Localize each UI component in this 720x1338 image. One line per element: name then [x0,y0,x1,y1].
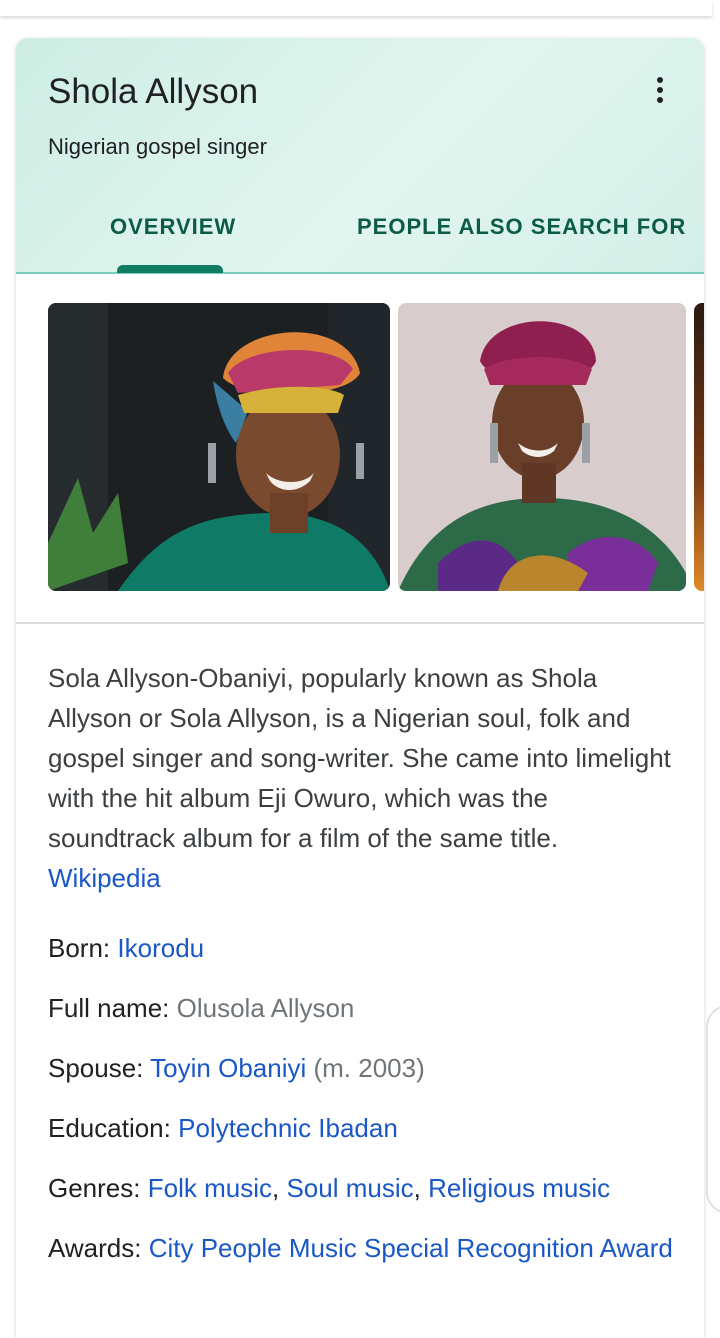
born-link[interactable]: Ikorodu [117,933,204,963]
more-vert-icon[interactable] [644,70,676,110]
fact-education: Education: Polytechnic Ibadan [48,1108,688,1148]
side-edge-handle[interactable] [706,1005,720,1214]
tab-people-also-search-for[interactable]: PEOPLE ALSO SEARCH FOR [357,214,686,240]
full-name-value: Olusola Allyson [176,993,355,1023]
fact-label: Spouse: [48,1053,144,1083]
knowledge-panel: Shola Allyson Nigerian gospel singer OVE… [16,38,704,1338]
genre-link-religious[interactable]: Religious music [428,1173,610,1203]
fact-label: Genres: [48,1173,141,1203]
fact-label: Full name: [48,993,170,1023]
knowledge-panel-header: Shola Allyson Nigerian gospel singer OVE… [16,38,704,274]
genre-separator: , [271,1173,280,1203]
fact-label: Education: [48,1113,171,1143]
fact-awards: Awards: City People Music Special Recogn… [48,1228,688,1268]
fact-born: Born: Ikorodu [48,928,688,968]
description-text: Sola Allyson-Obaniyi, popularly known as… [48,663,671,853]
fact-label: Awards: [48,1233,142,1263]
spouse-note: (m. 2003) [313,1053,425,1083]
panel-title: Shola Allyson [48,72,259,111]
image-carousel[interactable] [16,272,704,624]
awards-link[interactable]: City People Music Special Recognition Aw… [149,1233,673,1263]
fact-full-name: Full name: Olusola Allyson [48,988,688,1028]
wikipedia-link[interactable]: Wikipedia [48,863,161,893]
genre-link-soul[interactable]: Soul music [286,1173,413,1203]
panel-subtitle: Nigerian gospel singer [48,134,267,159]
tab-overview[interactable]: OVERVIEW [110,214,236,240]
fact-spouse: Spouse: Toyin Obaniyi (m. 2003) [48,1048,688,1088]
description: Sola Allyson-Obaniyi, popularly known as… [48,658,678,898]
genre-link-folk[interactable]: Folk music [148,1173,272,1203]
section-divider [16,622,704,624]
image-thumbnail-2[interactable] [398,303,686,591]
education-link[interactable]: Polytechnic Ibadan [178,1113,398,1143]
fact-genres: Genres: Folk music, Soul music, Religiou… [48,1168,688,1208]
image-thumbnail-1[interactable] [48,303,390,591]
top-app-bar-edge [0,0,712,16]
spouse-link[interactable]: Toyin Obaniyi [150,1053,306,1083]
image-thumbnail-3[interactable] [694,303,704,591]
fact-label: Born: [48,933,111,963]
genre-separator: , [413,1173,421,1203]
